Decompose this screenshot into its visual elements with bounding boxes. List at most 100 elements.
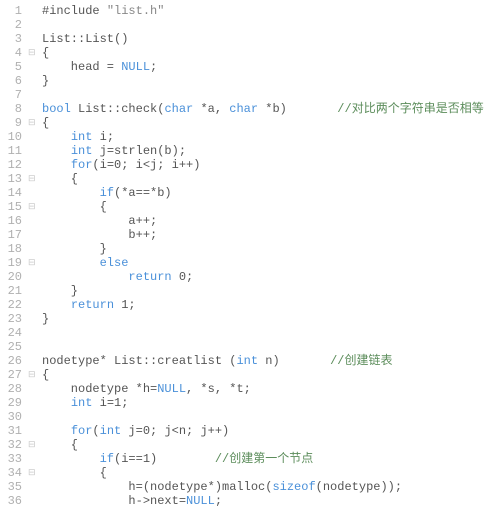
fold-marker-icon[interactable]: ⊟ bbox=[28, 200, 42, 214]
code-content[interactable]: int i; bbox=[42, 130, 500, 144]
code-content[interactable] bbox=[42, 18, 500, 32]
code-line[interactable]: 24 bbox=[0, 326, 500, 340]
line-number: 17 bbox=[0, 228, 28, 242]
line-number: 6 bbox=[0, 74, 28, 88]
fold-marker-icon bbox=[28, 32, 42, 46]
code-line[interactable]: 4⊟{ bbox=[0, 46, 500, 60]
code-line[interactable]: 33 if(i==1) //创建第一个节点 bbox=[0, 452, 500, 466]
code-content[interactable]: if(*a==*b) bbox=[42, 186, 500, 200]
code-line[interactable]: 21 } bbox=[0, 284, 500, 298]
code-content[interactable]: int j=strlen(b); bbox=[42, 144, 500, 158]
fold-marker-icon bbox=[28, 144, 42, 158]
code-line[interactable]: 22 return 1; bbox=[0, 298, 500, 312]
code-line[interactable]: 25 bbox=[0, 340, 500, 354]
line-number: 15 bbox=[0, 200, 28, 214]
code-content[interactable]: { bbox=[42, 368, 500, 382]
fold-marker-icon[interactable]: ⊟ bbox=[28, 172, 42, 186]
fold-marker-icon[interactable]: ⊟ bbox=[28, 438, 42, 452]
code-content[interactable]: for(int j=0; j<n; j++) bbox=[42, 424, 500, 438]
code-content[interactable]: { bbox=[42, 200, 500, 214]
code-content[interactable]: { bbox=[42, 172, 500, 186]
line-number: 36 bbox=[0, 494, 28, 508]
code-line[interactable]: 2 bbox=[0, 18, 500, 32]
code-content[interactable]: List::List() bbox=[42, 32, 500, 46]
fold-marker-icon bbox=[28, 284, 42, 298]
code-line[interactable]: 26 nodetype* List::creatlist (int n) //创建… bbox=[0, 354, 500, 368]
fold-marker-icon bbox=[28, 382, 42, 396]
line-number: 11 bbox=[0, 144, 28, 158]
code-content[interactable]: } bbox=[42, 242, 500, 256]
code-content[interactable]: h=(nodetype*)malloc(sizeof(nodetype)); bbox=[42, 480, 500, 494]
code-content[interactable]: return 0; bbox=[42, 270, 500, 284]
code-content[interactable]: return 1; bbox=[42, 298, 500, 312]
code-line[interactable]: 35 h=(nodetype*)malloc(sizeof(nodetype))… bbox=[0, 480, 500, 494]
code-content[interactable]: bool List::check(char *a, char *b) //对比两… bbox=[42, 102, 500, 116]
code-content[interactable]: b++; bbox=[42, 228, 500, 242]
code-content[interactable]: head = NULL; bbox=[42, 60, 500, 74]
code-content[interactable] bbox=[42, 88, 500, 102]
code-line[interactable]: 14 if(*a==*b) bbox=[0, 186, 500, 200]
fold-marker-icon bbox=[28, 130, 42, 144]
line-number: 35 bbox=[0, 480, 28, 494]
code-content[interactable]: if(i==1) //创建第一个节点 bbox=[42, 452, 500, 466]
code-content[interactable]: a++; bbox=[42, 214, 500, 228]
code-line[interactable]: 17 b++; bbox=[0, 228, 500, 242]
code-content[interactable]: nodetype* List::creatlist (int n) //创建链表 bbox=[42, 354, 500, 368]
code-content[interactable]: { bbox=[42, 466, 500, 480]
line-number: 1 bbox=[0, 4, 28, 18]
code-line[interactable]: 29 int i=1; bbox=[0, 396, 500, 410]
code-line[interactable]: 12 for(i=0; i<j; i++) bbox=[0, 158, 500, 172]
fold-marker-icon[interactable]: ⊟ bbox=[28, 466, 42, 480]
code-content[interactable] bbox=[42, 340, 500, 354]
code-line[interactable]: 10 int i; bbox=[0, 130, 500, 144]
code-content[interactable]: } bbox=[42, 74, 500, 88]
fold-marker-icon[interactable]: ⊟ bbox=[28, 368, 42, 382]
fold-marker-icon bbox=[28, 312, 42, 326]
code-content[interactable]: for(i=0; i<j; i++) bbox=[42, 158, 500, 172]
line-number: 7 bbox=[0, 88, 28, 102]
code-content[interactable]: { bbox=[42, 438, 500, 452]
code-line[interactable]: 8bool List::check(char *a, char *b) //对比… bbox=[0, 102, 500, 116]
code-editor[interactable]: 1 #include "list.h"23List::List()4⊟{5 hea… bbox=[0, 4, 500, 508]
line-number: 18 bbox=[0, 242, 28, 256]
code-content[interactable]: { bbox=[42, 116, 500, 130]
code-content[interactable]: int i=1; bbox=[42, 396, 500, 410]
code-line[interactable]: 15⊟ { bbox=[0, 200, 500, 214]
line-number: 26 bbox=[0, 354, 28, 368]
code-line[interactable]: 5 head = NULL; bbox=[0, 60, 500, 74]
code-line[interactable]: 34⊟ { bbox=[0, 466, 500, 480]
fold-marker-icon bbox=[28, 494, 42, 508]
code-line[interactable]: 6} bbox=[0, 74, 500, 88]
code-line[interactable]: 13⊟ { bbox=[0, 172, 500, 186]
code-line[interactable]: 16 a++; bbox=[0, 214, 500, 228]
code-line[interactable]: 36 h->next=NULL; bbox=[0, 494, 500, 508]
code-line[interactable]: 23} bbox=[0, 312, 500, 326]
code-line[interactable]: 11 int j=strlen(b); bbox=[0, 144, 500, 158]
code-line[interactable]: 30 bbox=[0, 410, 500, 424]
code-line[interactable]: 28 nodetype *h=NULL, *s, *t; bbox=[0, 382, 500, 396]
code-content[interactable]: } bbox=[42, 284, 500, 298]
code-content[interactable]: { bbox=[42, 46, 500, 60]
code-content[interactable] bbox=[42, 326, 500, 340]
code-line[interactable]: 32⊟ { bbox=[0, 438, 500, 452]
code-content[interactable]: else bbox=[42, 256, 500, 270]
code-line[interactable]: 7 bbox=[0, 88, 500, 102]
line-number: 21 bbox=[0, 284, 28, 298]
code-line[interactable]: 19⊟ else bbox=[0, 256, 500, 270]
code-line[interactable]: 18 } bbox=[0, 242, 500, 256]
code-content[interactable] bbox=[42, 410, 500, 424]
code-line[interactable]: 3List::List() bbox=[0, 32, 500, 46]
code-line[interactable]: 27⊟{ bbox=[0, 368, 500, 382]
line-number: 10 bbox=[0, 130, 28, 144]
fold-marker-icon[interactable]: ⊟ bbox=[28, 46, 42, 60]
code-line[interactable]: 31 for(int j=0; j<n; j++) bbox=[0, 424, 500, 438]
code-content[interactable]: nodetype *h=NULL, *s, *t; bbox=[42, 382, 500, 396]
fold-marker-icon[interactable]: ⊟ bbox=[28, 256, 42, 270]
code-line[interactable]: 1 #include "list.h" bbox=[0, 4, 500, 18]
code-content[interactable]: } bbox=[42, 312, 500, 326]
fold-marker-icon[interactable]: ⊟ bbox=[28, 116, 42, 130]
code-content[interactable]: h->next=NULL; bbox=[42, 494, 500, 508]
code-line[interactable]: 20 return 0; bbox=[0, 270, 500, 284]
code-content[interactable]: #include "list.h" bbox=[42, 4, 500, 18]
code-line[interactable]: 9⊟{ bbox=[0, 116, 500, 130]
